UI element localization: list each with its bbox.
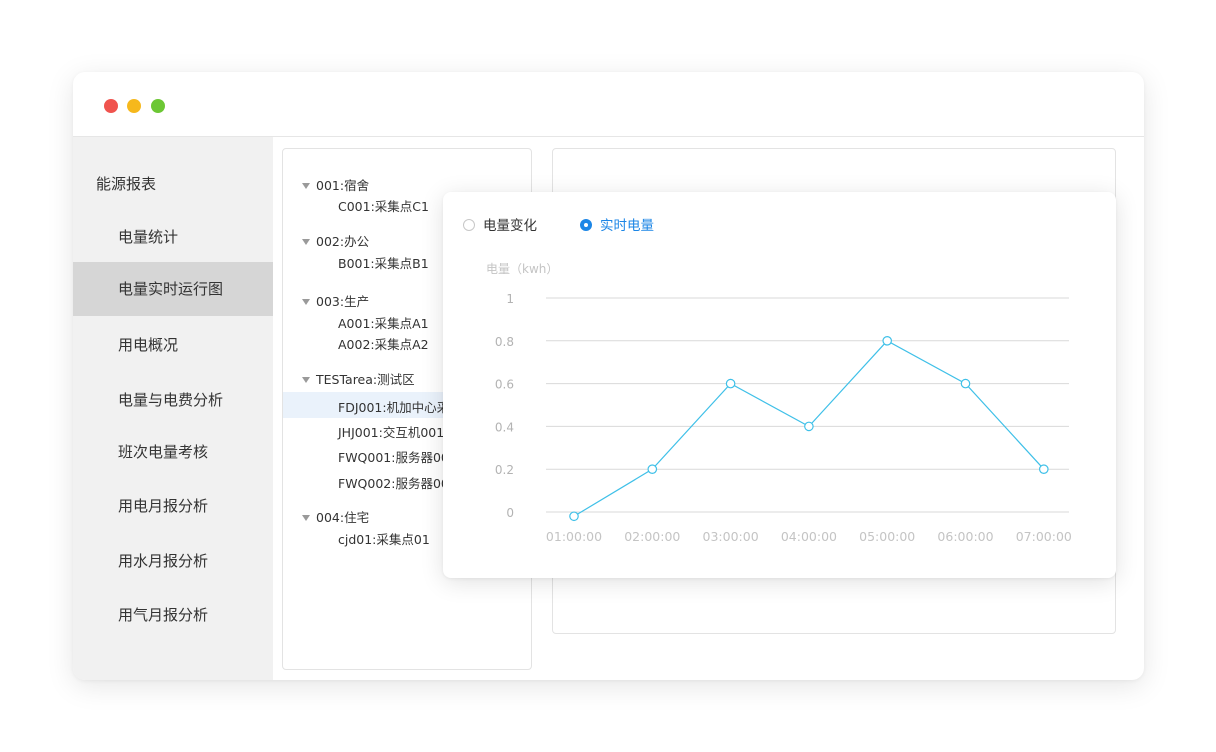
tree-leaf[interactable]: cjd01:采集点01	[338, 529, 430, 548]
data-point	[647, 464, 658, 474]
sidebar-title: 能源报表	[96, 175, 157, 193]
y-tick-label: 0.8	[495, 335, 514, 349]
x-tick-label: 04:00:00	[781, 529, 837, 544]
sidebar-item-power-monthly[interactable]: 用电月报分析	[73, 479, 273, 533]
tree-leaf[interactable]: FWQ001:服务器00	[338, 447, 449, 466]
data-point	[960, 378, 971, 389]
x-tick-label: 03:00:00	[703, 529, 759, 544]
x-tick-label: 02:00:00	[624, 529, 680, 544]
tree-node-test-area[interactable]: TESTarea:测试区	[302, 369, 415, 388]
y-axis-label: 电量（kwh）	[486, 262, 558, 276]
caret-down-icon[interactable]	[302, 183, 310, 189]
title-bar	[73, 72, 1144, 137]
tree-leaf[interactable]: B001:采集点B1	[338, 253, 429, 272]
sidebar-item-electricity-stats[interactable]: 电量统计	[73, 210, 273, 264]
sidebar-item-shift-assessment[interactable]: 班次电量考核	[73, 425, 273, 479]
sidebar-item-water-monthly[interactable]: 用水月报分析	[73, 534, 273, 588]
tree-leaf[interactable]: A001:采集点A1	[338, 313, 429, 332]
tree-node-production[interactable]: 003:生产	[302, 291, 369, 310]
tree-node-dorm[interactable]: 001:宿舍	[302, 175, 369, 194]
tree-leaf-selected[interactable]: FDJ001:机加中心采	[338, 397, 449, 416]
caret-down-icon[interactable]	[302, 515, 310, 521]
sidebar-item-realtime-chart[interactable]: 电量实时运行图	[73, 262, 273, 316]
sidebar-item-cost-analysis[interactable]: 电量与电费分析	[73, 373, 273, 427]
maximize-dot[interactable]	[151, 99, 165, 113]
sidebar-item-gas-monthly[interactable]: 用气月报分析	[73, 588, 273, 642]
x-tick-label: 01:00:00	[546, 529, 602, 544]
caret-down-icon[interactable]	[302, 299, 310, 305]
tree-leaf[interactable]: C001:采集点C1	[338, 196, 429, 215]
data-point	[1038, 464, 1049, 474]
tree-node-residence[interactable]: 004:住宅	[302, 507, 369, 526]
data-point	[804, 421, 814, 432]
line-chart: 电量（kwh） 1 0.8 0.6 0.4 0.2 0 01:00:00 02:00:00 0…	[486, 262, 1072, 544]
tree-leaf[interactable]: FWQ002:服务器00	[338, 473, 449, 492]
caret-down-icon[interactable]	[302, 239, 310, 245]
x-tick-label: 06:00:00	[937, 529, 993, 544]
y-tick-label: 0	[506, 506, 514, 520]
y-tick-label: 0.4	[495, 420, 514, 434]
y-tick-label: 0.2	[495, 463, 514, 477]
y-tick-label: 0.6	[495, 378, 514, 392]
tree-node-office[interactable]: 002:办公	[302, 231, 369, 250]
data-point	[725, 378, 736, 389]
data-point	[882, 336, 892, 346]
x-tick-label: 05:00:00	[859, 529, 915, 544]
chart-card: 电量变化 实时电量 电量（kwh） 1 0.8 0.6 0.4 0.2 0 01:00:0…	[443, 192, 1116, 578]
y-tick-label: 1	[506, 292, 514, 306]
x-tick-label: 07:00:00	[1016, 529, 1072, 544]
minimize-dot[interactable]	[127, 99, 141, 113]
sidebar-item-usage-overview[interactable]: 用电概况	[73, 318, 273, 372]
close-dot[interactable]	[104, 99, 118, 113]
data-point	[569, 511, 579, 522]
tree-leaf[interactable]: JHJ001:交互机001	[338, 422, 444, 441]
tree-leaf[interactable]: A002:采集点A2	[338, 334, 429, 353]
caret-down-icon[interactable]	[302, 377, 310, 383]
